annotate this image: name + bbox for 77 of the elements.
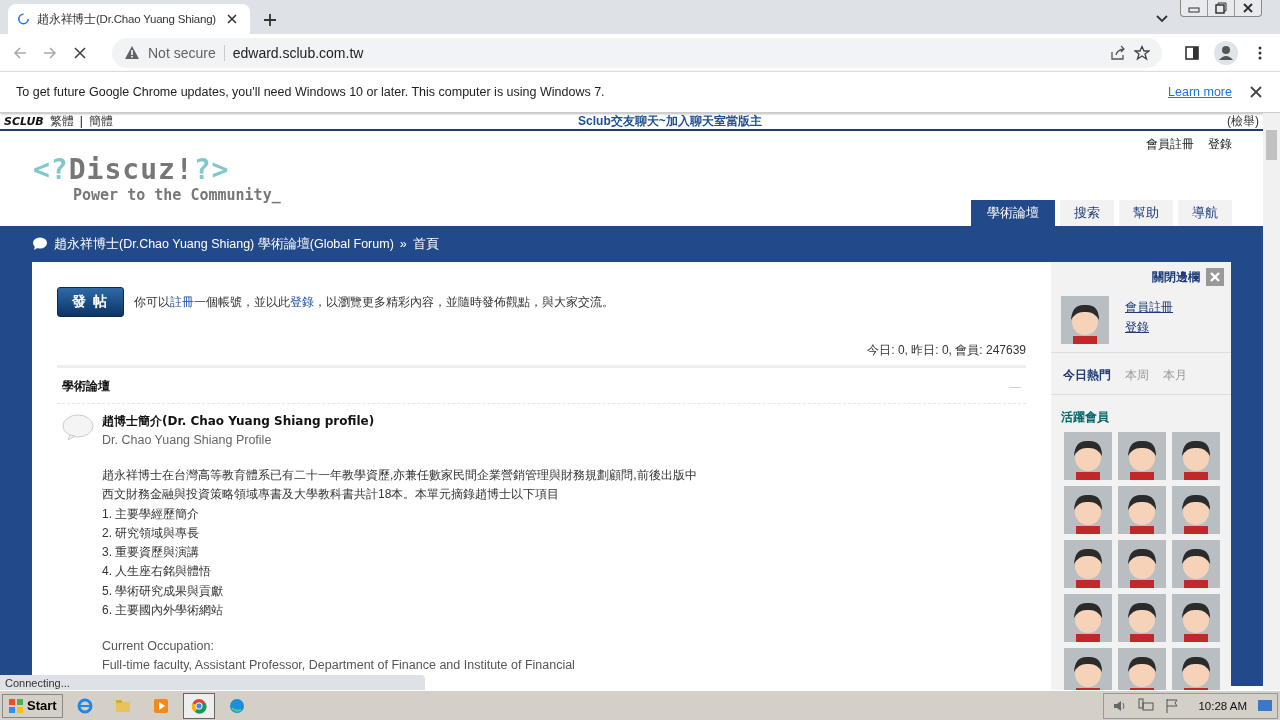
breadcrumb-link[interactable]: 趙永祥博士(Dr.Chao Yuang Shiang) 學術論壇(Global Forum): [54, 235, 394, 253]
forum-logo: <?Discuz!?>: [33, 153, 231, 186]
clock: 10:28 AM: [1198, 699, 1247, 712]
nav-tab[interactable]: 搜索: [1060, 200, 1114, 226]
start-button[interactable]: Start: [2, 693, 63, 718]
url-text: edward.sclub.com.tw: [232, 44, 365, 61]
forum-description: 趙永祥博士在台灣高等教育體系已有二十一年教學資歷,亦兼任數家民間企業營銷管理與財務規劃顧問,前後出版中 西文財務金融與投資策略領域專書及大學教科書共計18本。本單元摘錄趙博士以下項目 1. 主要學經歷簡介 2. 研究領域與專長 3. 重要資歷與演講 4. 人生座右銘與體悟 5. 學術研究成果與貢獻 6. 主要國內外學術網站: [102, 467, 698, 620]
security-label: Not secure: [148, 44, 225, 61]
member-avatar-icon: [1064, 594, 1112, 642]
avatar-icon: [1061, 296, 1109, 344]
member-avatar-icon: [1064, 486, 1112, 534]
close-sidebar-link[interactable]: 關閉邊欄: [1152, 268, 1200, 286]
speech-bubble-icon: [62, 413, 94, 441]
member-avatar-icon: [1064, 432, 1112, 480]
member-avatar-icon: [1172, 486, 1220, 534]
login-notice: 你可以註冊一個帳號，並以此登錄，以瀏覽更多精彩內容，並隨時發佈觀點，與大家交流。: [134, 293, 614, 311]
flag-icon[interactable]: [1164, 697, 1181, 714]
site-logo[interactable]: SCLUB: [4, 114, 44, 128]
play-icon: [152, 697, 169, 714]
chat-bubble-icon: [32, 236, 48, 252]
member-avatar-icon: [1064, 540, 1112, 588]
nav-tab[interactable]: 學術論壇: [971, 200, 1055, 226]
address-bar[interactable]: Not secure edward.sclub.com.tw: [112, 37, 1162, 68]
forum-subtitle: Dr. Chao Yuang Shiang Profile: [102, 433, 273, 447]
four-squares-icon: [8, 697, 24, 714]
member-avatar-icon: [1172, 648, 1220, 690]
star-icon[interactable]: [1134, 44, 1150, 61]
browser-e-icon: [76, 697, 93, 714]
member-avatar-icon: [1118, 594, 1166, 642]
chrome-icon: [190, 697, 207, 714]
section-heading: 活躍會員: [1060, 409, 1110, 426]
member-avatar-icon: [1118, 540, 1166, 588]
side-panel-icon[interactable]: [1184, 44, 1200, 61]
member-avatar-icon: [1064, 648, 1112, 690]
new-tab-icon[interactable]: [262, 12, 278, 28]
breadcrumb-separator: »: [399, 237, 407, 251]
update-message: To get future Google Chrome updates, you'll need Windows 10 or later. This computer is using Windows 7.: [16, 85, 606, 99]
network-icon[interactable]: [1138, 697, 1155, 714]
close-icon[interactable]: [1248, 84, 1264, 100]
nav-tab[interactable]: 幫助: [1119, 200, 1173, 226]
notice-link[interactable]: 登錄: [290, 294, 314, 309]
sidebar-link[interactable]: 登錄: [1125, 319, 1173, 336]
language-link[interactable]: 繁體: [49, 113, 74, 130]
browser-tab[interactable]: 趙永祥博士(Dr.Chao Yuang Shiang): [8, 4, 250, 34]
forum-title[interactable]: 趙博士簡介(Dr. Chao Yuang Shiang profile): [102, 413, 1021, 430]
profile-icon[interactable]: [1214, 40, 1238, 65]
member-avatar-icon: [1172, 432, 1220, 480]
sidebar-link[interactable]: 會員註冊: [1125, 299, 1173, 316]
language-link[interactable]: 簡體: [88, 113, 113, 130]
learn-more-link[interactable]: Learn more: [1168, 85, 1232, 99]
warning-icon: [124, 44, 140, 61]
report-link[interactable]: (檢舉): [1227, 113, 1259, 130]
desktop-icon[interactable]: [1257, 697, 1273, 714]
sidebar-tab[interactable]: 今日熱門: [1063, 367, 1111, 384]
separator: |: [79, 114, 83, 128]
occupation-text: Current Occupation: Full-time faculty, Assistant Professor, Department of Finance and Institute of Financial: [102, 638, 576, 675]
stop-icon[interactable]: [72, 44, 88, 61]
status-text: Connecting...: [0, 675, 425, 690]
section-title: 學術論壇: [62, 378, 110, 395]
member-avatar-icon: [1118, 432, 1166, 480]
share-icon[interactable]: [1110, 44, 1126, 61]
breadcrumb-current: 首頁: [412, 235, 439, 253]
folder-icon: [114, 697, 131, 714]
nav-tab[interactable]: 導航: [1178, 200, 1232, 226]
member-avatar-icon: [1172, 594, 1220, 642]
member-avatar-icon: [1118, 648, 1166, 690]
header-link[interactable]: 會員註冊: [1146, 136, 1194, 153]
logo-tagline: Power to the Community_: [73, 186, 282, 204]
header-link[interactable]: 登錄: [1208, 136, 1232, 153]
member-avatar-icon: [1172, 540, 1220, 588]
taskbar-app[interactable]: [182, 692, 215, 719]
notice-link[interactable]: 註冊: [170, 294, 194, 309]
member-avatar-icon: [1118, 486, 1166, 534]
forum-stats: 今日: 0, 昨日: 0, 會員: 247639: [866, 342, 1026, 359]
promo-link[interactable]: Sclub交友聊天~加入聊天室當版主: [118, 113, 1221, 130]
scrollbar[interactable]: [1263, 113, 1280, 690]
post-button[interactable]: 發 帖: [57, 287, 124, 317]
